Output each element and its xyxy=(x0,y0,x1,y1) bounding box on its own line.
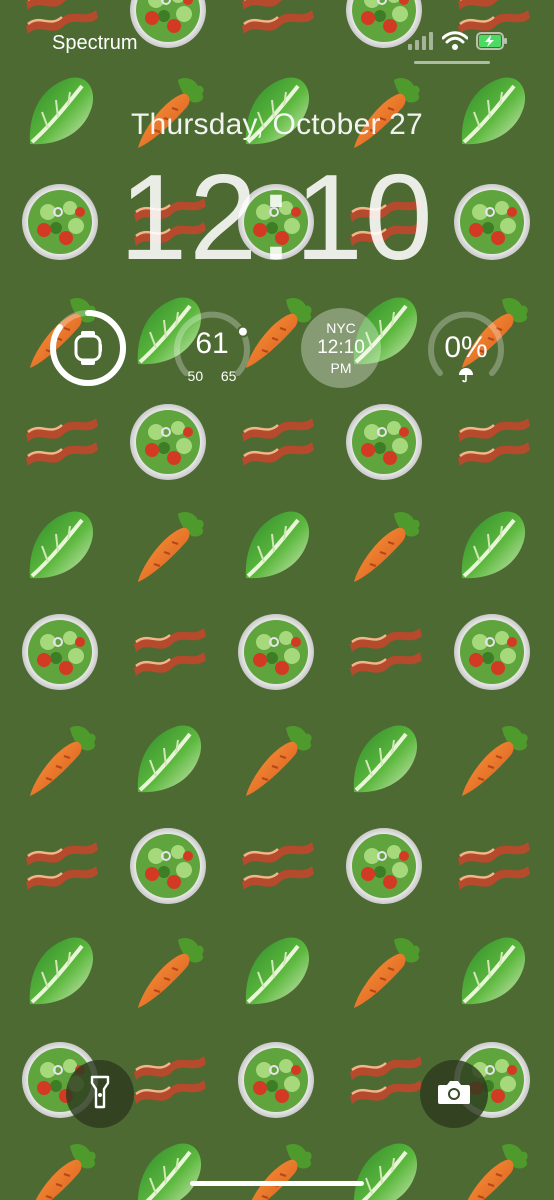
wifi-icon xyxy=(441,31,469,56)
clock-period: PM xyxy=(330,360,352,376)
lettuce-emoji xyxy=(351,723,420,795)
carrot-emoji xyxy=(245,1143,313,1200)
home-indicator[interactable] xyxy=(190,1181,364,1186)
lettuce-emoji xyxy=(135,1141,204,1200)
carrot-emoji xyxy=(137,511,205,583)
salad-emoji xyxy=(453,613,531,691)
carrot-emoji xyxy=(461,725,529,797)
bacon-emoji xyxy=(24,416,100,468)
bacon-emoji xyxy=(456,840,532,892)
salad-emoji xyxy=(237,613,315,691)
salad-emoji xyxy=(21,613,99,691)
camera-button[interactable] xyxy=(420,1060,488,1128)
bacon-emoji xyxy=(240,840,316,892)
battery-charging-icon xyxy=(476,32,508,55)
bacon-emoji xyxy=(132,1054,208,1106)
lock-screen-date: Thursday, October 27 xyxy=(131,108,423,141)
salad-emoji xyxy=(345,403,423,481)
lettuce-emoji xyxy=(459,509,528,581)
flashlight-icon xyxy=(90,1075,110,1114)
clock-city: NYC xyxy=(326,320,356,336)
carrot-emoji xyxy=(353,937,421,1009)
lettuce-emoji xyxy=(459,935,528,1007)
precipitation-widget[interactable]: 0% xyxy=(425,307,507,389)
precipitation-value: 0% xyxy=(444,331,488,364)
bacon-emoji xyxy=(132,626,208,678)
camera-icon xyxy=(437,1079,471,1110)
carrot-emoji xyxy=(29,1143,97,1200)
lock-screen-time: 12:10 xyxy=(119,149,435,285)
carrot-emoji xyxy=(137,937,205,1009)
bacon-emoji xyxy=(240,416,316,468)
lettuce-emoji xyxy=(135,723,204,795)
lettuce-emoji xyxy=(243,509,312,581)
carrot-emoji xyxy=(461,1143,529,1200)
bacon-emoji xyxy=(348,626,424,678)
carrier-name: Spectrum xyxy=(52,32,138,54)
carrot-emoji xyxy=(29,725,97,797)
bacon-emoji xyxy=(24,840,100,892)
clock-time: 12:10 xyxy=(317,337,365,358)
lettuce-emoji xyxy=(27,509,96,581)
watch-battery-widget[interactable] xyxy=(47,307,129,389)
low-temperature: 50 xyxy=(187,368,204,384)
carrot-emoji xyxy=(245,725,313,797)
world-clock-widget[interactable]: NYC 12:10 PM xyxy=(300,307,382,389)
bacon-emoji xyxy=(456,416,532,468)
lettuce-emoji xyxy=(351,1141,420,1200)
cellular-signal-icon xyxy=(408,32,434,55)
salad-emoji xyxy=(129,827,207,905)
salad-emoji xyxy=(237,1041,315,1119)
carrot-emoji xyxy=(353,511,421,583)
flashlight-button[interactable] xyxy=(66,1060,134,1128)
lettuce-emoji xyxy=(243,935,312,1007)
weather-temperature-widget[interactable]: 61 50 65 xyxy=(171,307,253,389)
high-temperature: 65 xyxy=(220,368,237,384)
bacon-emoji xyxy=(348,1054,424,1106)
status-bar: Spectrum xyxy=(0,28,554,64)
current-temperature: 61 xyxy=(195,327,229,360)
salad-emoji xyxy=(129,403,207,481)
control-center-handle[interactable] xyxy=(414,61,490,64)
salad-emoji xyxy=(345,827,423,905)
lettuce-emoji xyxy=(27,935,96,1007)
